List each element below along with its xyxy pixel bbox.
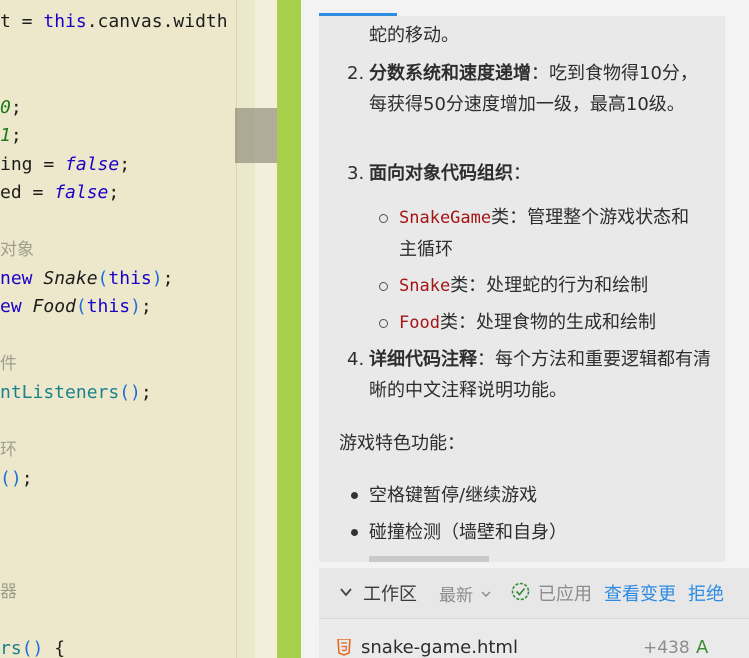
chevron-down-icon bbox=[481, 591, 491, 598]
bullet-icon bbox=[351, 492, 358, 499]
code-token: ; bbox=[140, 382, 152, 403]
code-token: ; bbox=[162, 268, 174, 289]
list-item: SnakeGame类：管理整个游戏状态和主循环 bbox=[379, 202, 699, 265]
file-name[interactable]: snake-game.html bbox=[361, 637, 518, 658]
circle-bullet-icon bbox=[379, 282, 388, 291]
code-comment[interactable]: 对象 bbox=[0, 236, 34, 264]
code-comment[interactable]: 器 bbox=[0, 578, 17, 606]
code-token: ntListeners bbox=[0, 382, 120, 403]
code-token: rs bbox=[0, 638, 22, 658]
code-token: ; bbox=[119, 154, 131, 175]
code-token: ; bbox=[10, 125, 22, 146]
code-token: this bbox=[108, 268, 152, 289]
code-line[interactable]: ed = false; bbox=[0, 179, 119, 207]
bullet-icon bbox=[351, 529, 358, 536]
list-item: 4. 详细代码注释：每个方法和重要逻辑都有清晰的中文注释说明功能。 bbox=[347, 349, 711, 401]
additions-count: +438 bbox=[643, 638, 690, 658]
code-comment[interactable]: 环 bbox=[0, 436, 17, 464]
code-token: ( bbox=[75, 296, 87, 317]
code-token: this bbox=[43, 11, 87, 32]
minimap[interactable] bbox=[237, 0, 255, 658]
workarea-title[interactable]: 工作区 bbox=[363, 580, 417, 606]
list-item: 2. 分数系统和速度递增：吃到食物得10分，每获得50分速度增加一级，最高10级… bbox=[347, 63, 698, 115]
applied-status: 已应用 bbox=[538, 584, 592, 605]
code-token: Snake bbox=[43, 268, 98, 289]
code-token: ; bbox=[10, 97, 22, 118]
code-token: Food bbox=[32, 296, 76, 317]
code-editor[interactable]: t = this.canvas.width /0; 1; ing = false; e… bbox=[0, 0, 236, 658]
code-token: ew bbox=[0, 296, 33, 317]
code-line[interactable]: ntListeners(); bbox=[0, 379, 152, 407]
code-token: { bbox=[43, 638, 66, 658]
code-token: 0 bbox=[0, 97, 11, 118]
code-token: ) bbox=[151, 268, 163, 289]
code-token: ing = bbox=[0, 154, 66, 175]
list-item: 空格键暂停/继续游戏 bbox=[351, 480, 537, 511]
code-token: ) bbox=[130, 296, 141, 317]
chat-panel: 蛇的移动。 2. 分数系统和速度递增：吃到食物得10分，每获得50分速度增加一级… bbox=[301, 0, 749, 658]
code-token: () bbox=[119, 382, 141, 403]
code-line[interactable]: (); bbox=[0, 465, 33, 493]
file-status-badge: A bbox=[696, 637, 709, 658]
features-heading: 游戏特色功能： bbox=[339, 433, 465, 454]
code-line[interactable]: rs() { bbox=[0, 635, 65, 658]
code-token: ; bbox=[21, 468, 33, 489]
changed-file-row[interactable]: snake-game.html +438 A bbox=[319, 618, 749, 658]
latest-dropdown[interactable]: 最新 bbox=[439, 581, 492, 606]
code-comment[interactable]: 件 bbox=[0, 350, 17, 378]
code-token: false bbox=[54, 182, 109, 203]
circle-bullet-icon bbox=[379, 319, 388, 328]
code-line[interactable]: ew Food(this); bbox=[0, 293, 152, 321]
list-item: Snake类：处理蛇的行为和绘制 bbox=[379, 270, 719, 302]
workarea-bar: 工作区 最新 已应用 查看变更 拒绝 bbox=[319, 568, 749, 618]
code-line[interactable]: ing = false; bbox=[0, 151, 130, 179]
code-line[interactable]: t = this.canvas.width / bbox=[0, 8, 236, 36]
list-item: 3. 面向对象代码组织： bbox=[347, 163, 531, 184]
code-line[interactable]: new Snake(this); bbox=[0, 265, 173, 293]
view-changes-link[interactable]: 查看变更 bbox=[604, 580, 676, 606]
chevron-down-icon[interactable] bbox=[339, 585, 353, 599]
code-token: ( bbox=[97, 268, 109, 289]
circle-bullet-icon bbox=[379, 214, 388, 223]
code-token: 1 bbox=[0, 125, 11, 146]
clipped-list-item bbox=[369, 556, 489, 562]
code-token: new bbox=[0, 268, 44, 289]
code-token: ; bbox=[140, 296, 152, 317]
code-token: () bbox=[21, 638, 44, 658]
overview-ruler bbox=[255, 0, 277, 658]
list-item: Food类：处理食物的生成和绘制 bbox=[379, 307, 719, 339]
code-token: .canvas.width / bbox=[86, 11, 236, 32]
applied-check-icon bbox=[511, 582, 530, 601]
html5-file-icon bbox=[337, 639, 351, 656]
code-line[interactable]: 1; bbox=[0, 122, 22, 150]
code-token: false bbox=[65, 154, 120, 175]
list-item: 碰撞检测（墙壁和自身） bbox=[351, 517, 567, 548]
assistant-message: 蛇的移动。 2. 分数系统和速度递增：吃到食物得10分，每获得50分速度增加一级… bbox=[319, 16, 725, 562]
code-line[interactable]: 0; bbox=[0, 94, 22, 122]
code-token: () bbox=[0, 468, 22, 489]
code-token: t = bbox=[0, 11, 44, 32]
code-token: ed = bbox=[0, 182, 55, 203]
panel-resize-handle[interactable] bbox=[277, 0, 301, 658]
code-token: this bbox=[86, 296, 131, 317]
reject-link[interactable]: 拒绝 bbox=[688, 580, 724, 606]
continuation-text: 蛇的移动。 bbox=[369, 25, 459, 46]
code-token: ; bbox=[108, 182, 120, 203]
